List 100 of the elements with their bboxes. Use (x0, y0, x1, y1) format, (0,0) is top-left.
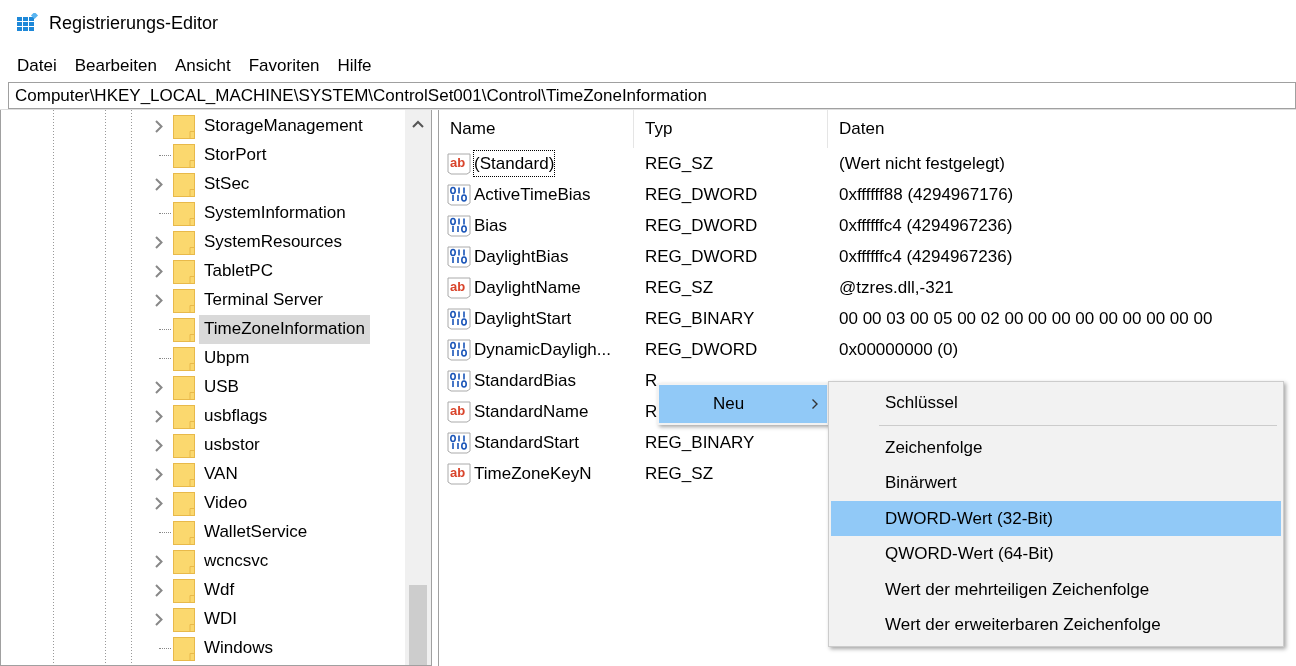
value-name[interactable]: StandardBias (474, 367, 577, 394)
binary-value-icon (447, 214, 471, 237)
value-name[interactable]: DynamicDayligh... (474, 336, 611, 363)
tree-item[interactable]: Ubpm (199, 344, 255, 373)
binary-value-icon (447, 245, 471, 268)
tree-item[interactable]: Windows (199, 634, 278, 663)
tree-item[interactable]: WalletService (199, 518, 313, 547)
tree-item[interactable]: SystemInformation (199, 199, 351, 228)
string-value-icon: ab (447, 400, 471, 423)
value-name[interactable]: StandardStart (474, 429, 579, 456)
chevron-icon[interactable] (155, 120, 163, 133)
column-header[interactable]: Daten (828, 110, 1296, 148)
folder-icon (173, 143, 195, 168)
scroll-up-icon[interactable] (412, 120, 424, 128)
chevron-icon[interactable] (155, 410, 163, 423)
chevron-icon[interactable] (155, 613, 163, 626)
value-name[interactable]: Bias (474, 212, 508, 239)
folder-icon (173, 346, 195, 371)
value-type: REG_SZ (645, 463, 714, 483)
tree-item[interactable]: StorPort (199, 141, 272, 170)
value-name[interactable]: TimeZoneKeyN (474, 460, 592, 487)
registry-app-icon (17, 13, 39, 33)
chevron-icon[interactable] (155, 439, 163, 452)
menu-item[interactable]: Neu (659, 385, 827, 423)
binary-value-icon (447, 369, 471, 392)
folder-icon (173, 520, 195, 545)
binary-value-icon (447, 338, 471, 361)
tree-item[interactable]: SystemResources (199, 228, 347, 257)
scrollbar[interactable] (405, 110, 431, 665)
value-data: 0x00000000 (0) (838, 338, 960, 361)
menu-item[interactable]: Favoriten (239, 51, 329, 81)
value-name[interactable]: DaylightBias (474, 243, 569, 270)
tree-item[interactable]: usbflags (199, 402, 273, 431)
tree-item[interactable]: USB (199, 373, 244, 402)
tree-item[interactable]: TimeZoneInformation (199, 315, 370, 344)
menu-item[interactable]: Wert der erweiterbaren Zeichenfolge (831, 607, 1281, 643)
value-type: R (645, 370, 658, 390)
value-type: REG_SZ (645, 153, 714, 173)
folder-icon (173, 578, 195, 603)
tree-item[interactable]: usbstor (199, 431, 265, 460)
menu-item[interactable]: QWORD-Wert (64-Bit) (831, 536, 1281, 572)
chevron-icon[interactable] (155, 178, 163, 191)
folder-icon (173, 230, 195, 255)
value-type: R (645, 401, 658, 421)
column-header[interactable]: Typ (634, 110, 828, 148)
tree-item[interactable]: StSec (199, 170, 255, 199)
binary-value-icon (447, 307, 471, 330)
tree-item[interactable]: VAN (199, 460, 243, 489)
folder-icon (173, 636, 195, 661)
value-data: @tzres.dll,-321 (838, 276, 955, 299)
chevron-icon[interactable] (155, 236, 163, 249)
tree-item[interactable]: Video (199, 489, 253, 518)
menu-item[interactable]: Zeichenfolge (831, 429, 1281, 465)
scrollbar-thumb[interactable] (409, 585, 427, 665)
value-name[interactable]: ActiveTimeBias (474, 181, 591, 208)
menu-item[interactable]: DWORD-Wert (32-Bit) (831, 500, 1281, 536)
folder-icon (173, 404, 195, 429)
value-type: REG_DWORD (645, 339, 758, 359)
value-type: REG_DWORD (645, 246, 758, 266)
chevron-icon[interactable] (155, 265, 163, 278)
chevron-icon[interactable] (155, 294, 163, 307)
address-field[interactable]: Computer\HKEY_LOCAL_MACHINE\SYSTEM\ControlSet001\Control\TimeZoneInformation (8, 82, 1296, 109)
value-name[interactable]: StandardName (474, 398, 589, 425)
folder-icon (173, 549, 195, 574)
value-name[interactable]: DaylightName (474, 274, 581, 301)
menu-item[interactable]: Schlüssel (831, 385, 1281, 421)
value-name[interactable]: (Standard) (474, 150, 555, 177)
menu-item[interactable]: Binärwert (831, 465, 1281, 501)
tree-item[interactable]: Terminal Server (199, 286, 329, 315)
folder-icon (173, 607, 195, 632)
value-type: REG_DWORD (645, 215, 758, 235)
value-data: 0xffffffc4 (4294967236) (838, 245, 1014, 268)
tree-item[interactable]: WDI (199, 605, 243, 634)
tree-item[interactable]: Wdf (199, 576, 240, 605)
menu-item[interactable]: Hilfe (328, 51, 381, 81)
value-type: REG_BINARY (645, 308, 755, 328)
column-header[interactable]: Name (439, 110, 634, 148)
value-name[interactable]: DaylightStart (474, 305, 572, 332)
string-value-icon: ab (447, 152, 471, 175)
value-type: REG_BINARY (645, 432, 755, 452)
folder-icon (173, 288, 195, 313)
binary-value-icon (447, 431, 471, 454)
folder-icon (173, 201, 195, 226)
value-data: 00 00 03 00 05 00 02 00 00 00 00 00 00 00 00 00 (838, 307, 1214, 330)
tree-item[interactable]: TabletPC (199, 257, 278, 286)
menu-item[interactable]: Datei (8, 51, 66, 81)
value-type: REG_DWORD (645, 184, 758, 204)
value-data: 0xffffffc4 (4294967236) (838, 214, 1014, 237)
menu-item[interactable]: Wert der mehrteiligen Zeichenfolge (831, 571, 1281, 607)
folder-icon (173, 317, 195, 342)
chevron-icon[interactable] (155, 468, 163, 481)
menu-item[interactable]: Bearbeiten (65, 51, 166, 81)
tree-item[interactable]: StorageManagement (199, 112, 368, 141)
chevron-icon[interactable] (155, 497, 163, 510)
chevron-icon[interactable] (155, 584, 163, 597)
menu-item[interactable]: Ansicht (165, 51, 240, 81)
tree-item[interactable]: wcncsvc (199, 547, 274, 576)
chevron-icon[interactable] (155, 555, 163, 568)
chevron-icon[interactable] (155, 381, 163, 394)
folder-icon (173, 259, 195, 284)
